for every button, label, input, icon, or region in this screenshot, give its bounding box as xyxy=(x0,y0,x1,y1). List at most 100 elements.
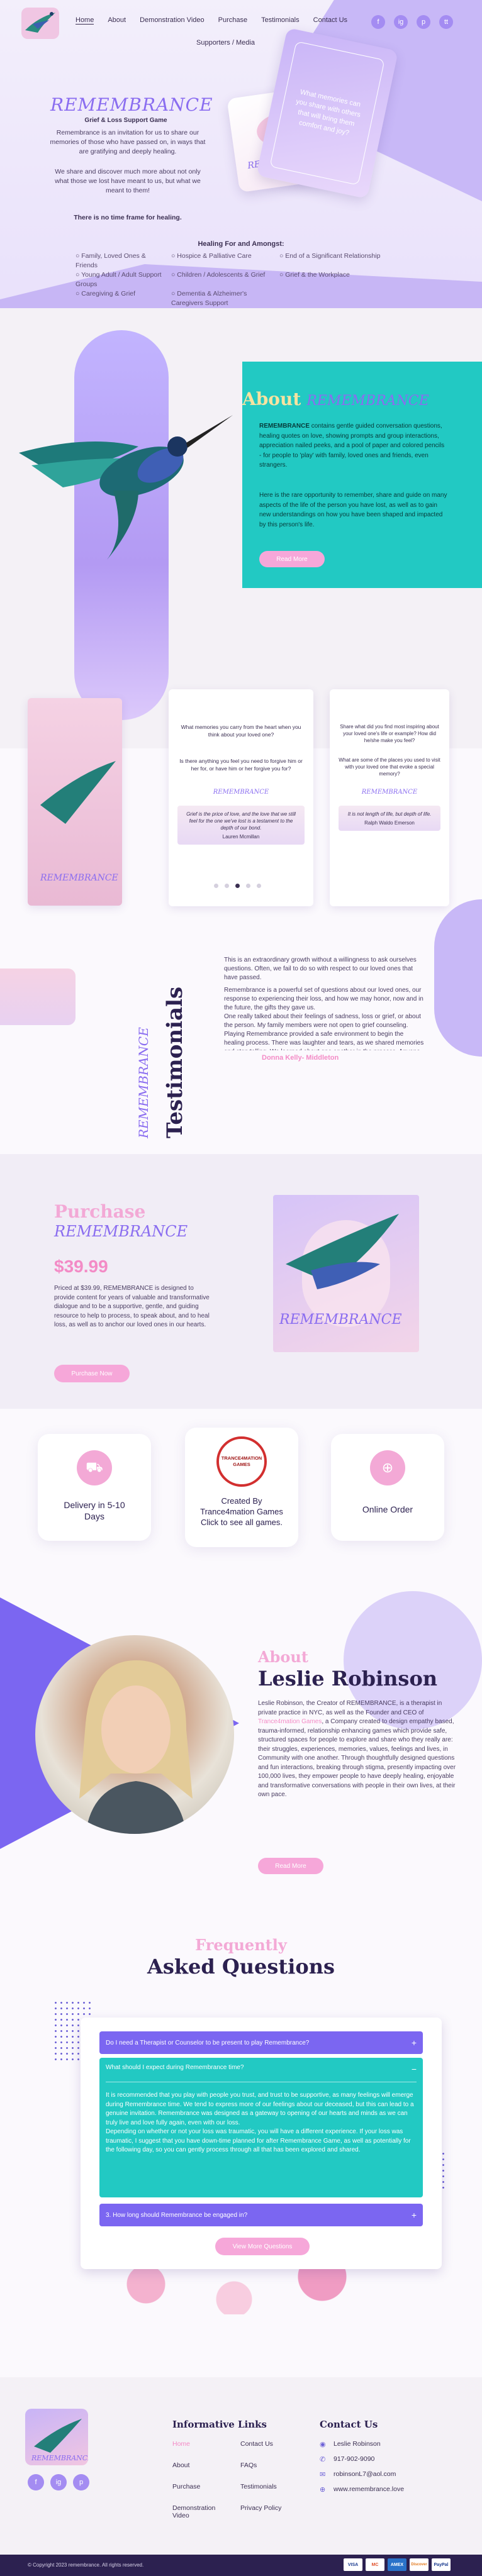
testimonial-paragraph: One really talked about their feelings o… xyxy=(224,1013,424,1050)
slide-card-1[interactable]: REMEMBRANCE xyxy=(28,698,122,906)
slider-dot[interactable] xyxy=(225,884,229,888)
slide-card-question-2: Is there anything you feel you need to f… xyxy=(179,758,303,772)
footer-links-col-2: Contact Us FAQs Testimonials Privacy Pol… xyxy=(240,2440,310,2512)
nav-testimonials[interactable]: Testimonials xyxy=(261,16,300,25)
instagram-icon[interactable]: ig xyxy=(394,15,408,29)
payment-methods: VISA MC AMEX Discover PayPal xyxy=(344,2558,451,2571)
nav-about[interactable]: About xyxy=(108,16,126,25)
footer-link-testimonials[interactable]: Testimonials xyxy=(240,2483,310,2504)
slide-card-question-2: What are some of the places you used to … xyxy=(339,757,440,777)
trance4mation-link[interactable]: Trance4mation Games xyxy=(258,1718,322,1725)
main-nav: Home About Demonstration Video Purchase … xyxy=(76,16,378,25)
purchase-now-button[interactable]: Purchase Now xyxy=(54,1365,130,1382)
testimonials-vertical-title: Testimonials xyxy=(162,986,188,1138)
pinterest-icon[interactable]: p xyxy=(417,15,430,29)
slider-dot[interactable] xyxy=(214,884,218,888)
list-item: ○ Young Adult / Adult Support Groups xyxy=(76,271,162,288)
hero-paragraph-2: We share and discover much more about no… xyxy=(55,168,201,194)
hero-title: REMEMBRANCE xyxy=(50,94,213,115)
order-icon: ⊕ xyxy=(370,1450,405,1485)
view-more-questions-button[interactable]: View More Questions xyxy=(215,2238,310,2255)
feature-label: Online Order xyxy=(362,1504,413,1514)
purchase-title-brand: REMEMBRANCE xyxy=(54,1223,188,1240)
about-title: About REMEMBRANCE xyxy=(242,389,429,409)
slide-card-3[interactable]: Share what did you find most inspiring a… xyxy=(330,689,449,906)
feature-delivery: ⛟ Delivery in 5-10 Days xyxy=(38,1434,151,1541)
slide-card-quote-author: Ralph Waldo Emerson xyxy=(364,820,415,826)
testimonials-vertical-brand: REMEMBRANCE xyxy=(136,1027,151,1138)
facebook-icon[interactable]: f xyxy=(371,15,385,29)
slide-card-brand: REMEMBRANCE xyxy=(361,789,418,796)
faq-question-1[interactable]: Do I need a Therapist or Counselor to be… xyxy=(99,2031,423,2054)
slide-card-brand: REMEMBRANCE xyxy=(213,789,269,796)
feature-label: Delivery in 5-10 Days xyxy=(64,1500,125,1521)
testimonial-text: This is an extraordinary growth without … xyxy=(224,956,425,1050)
list-item: ○ Hospice & Palliative Care xyxy=(171,252,252,260)
slider-dots xyxy=(214,884,261,888)
instagram-icon[interactable]: ig xyxy=(50,2474,67,2490)
slide-card-quote-author: Lauren Mcmillan xyxy=(222,834,260,840)
truck-icon: ⛟ xyxy=(77,1450,112,1485)
list-item: ○ Children / Adolescents & Grief xyxy=(171,271,266,279)
slide-card-question-1: What memories you carry from the heart w… xyxy=(181,724,301,738)
footer-link-demo[interactable]: Demonstration Video xyxy=(172,2504,223,2519)
footer-email[interactable]: robinsonL7@aol.com xyxy=(333,2470,396,2485)
hero-paragraph-3: There is no time frame for healing. xyxy=(74,214,182,221)
footer-links-title: Informative Links xyxy=(172,2419,267,2430)
slider-dot[interactable] xyxy=(246,884,250,888)
visa-icon: VISA xyxy=(344,2558,362,2571)
price: $39.99 xyxy=(54,1257,108,1276)
nav-demo-video[interactable]: Demonstration Video xyxy=(140,16,205,25)
footer-link-contact[interactable]: Contact Us xyxy=(240,2440,310,2462)
faq-answer: Depending on whether or not your loss wa… xyxy=(106,2128,411,2153)
footer-link-about[interactable]: About xyxy=(172,2462,235,2483)
slider-dot-active[interactable] xyxy=(235,884,240,888)
footer-logo[interactable]: REMEMBRANCE xyxy=(25,2409,92,2465)
nav-home[interactable]: Home xyxy=(76,16,94,25)
list-item: ○ Dementia & Alzheimer's Caregivers Supp… xyxy=(171,290,247,307)
author-bio: Leslie Robinson, the Creator of REMEMBRA… xyxy=(258,1700,456,1798)
list-item: ○ Family, Loved Ones & Friends xyxy=(76,252,146,269)
healing-title: Healing For and Amongst: xyxy=(198,240,284,248)
hero-paragraph-1: Remembrance is an invitation for us to s… xyxy=(50,129,206,155)
author-read-more-button[interactable]: Read More xyxy=(258,1858,323,1874)
footer-link-purchase[interactable]: Purchase xyxy=(172,2483,235,2504)
purchase-description: Priced at $39.99, REMEMBRANCE is designe… xyxy=(54,1285,210,1328)
slider-dot[interactable] xyxy=(257,884,261,888)
pinterest-icon[interactable]: p xyxy=(73,2474,89,2490)
testimonial-author: Donna Kelly- Middleton xyxy=(262,1054,339,1062)
footer-link-privacy[interactable]: Privacy Policy xyxy=(240,2504,310,2512)
feature-creator[interactable]: TRANCE4MATION GAMES Created By Trance4ma… xyxy=(185,1428,298,1547)
paypal-icon: PayPal xyxy=(432,2558,451,2571)
footer-links-col-1: Home About Purchase Demonstration Video xyxy=(172,2440,235,2519)
purchase-title-word: Purchase xyxy=(54,1201,146,1222)
tiktok-icon[interactable]: tt xyxy=(439,15,453,29)
list-item: ○ Grief & the Workplace xyxy=(279,271,350,279)
footer-link-home[interactable]: Home xyxy=(172,2440,235,2462)
footer-phone[interactable]: 917-902-9090 xyxy=(333,2455,374,2470)
nav-contact[interactable]: Contact Us xyxy=(313,16,347,25)
site-logo[interactable] xyxy=(19,5,62,42)
mastercard-icon: MC xyxy=(366,2558,384,2571)
hummingbird-illustration xyxy=(19,415,233,560)
purchase-product-image: REMEMBRANCE xyxy=(273,1195,419,1352)
hummingbird-icon: REMEMBRANCE xyxy=(40,761,118,883)
footer-link-faqs[interactable]: FAQs xyxy=(240,2462,310,2483)
about-paragraph-1: REMEMBRANCE contains gentle guided conve… xyxy=(259,423,445,469)
list-item: ○ End of a Significant Relationship xyxy=(279,252,381,260)
faq-container: Do I need a Therapist or Counselor to be… xyxy=(81,2018,442,2269)
about-read-more-button[interactable]: Read More xyxy=(259,551,325,567)
feature-online-order: ⊕ Online Order xyxy=(331,1434,444,1541)
footer-website[interactable]: www.remembrance.love xyxy=(333,2485,404,2501)
author-name: Leslie Robinson xyxy=(258,1667,438,1690)
nav-supporters[interactable]: Supporters / Media xyxy=(196,39,255,47)
hero-card-question: What memories can you share with others … xyxy=(295,88,362,137)
author-photo xyxy=(35,1635,234,1834)
faq-question-3[interactable]: 3. How long should Remembrance be engage… xyxy=(99,2204,423,2226)
nav-purchase[interactable]: Purchase xyxy=(218,16,247,25)
trance-logo: TRANCE4MATION GAMES xyxy=(216,1436,267,1487)
social-links: f ig p tt xyxy=(371,15,453,29)
faq-question-2[interactable]: What should I expect during Remembrance … xyxy=(106,2064,417,2074)
facebook-icon[interactable]: f xyxy=(28,2474,44,2490)
slide-card-2[interactable]: What memories you carry from the heart w… xyxy=(169,689,313,906)
